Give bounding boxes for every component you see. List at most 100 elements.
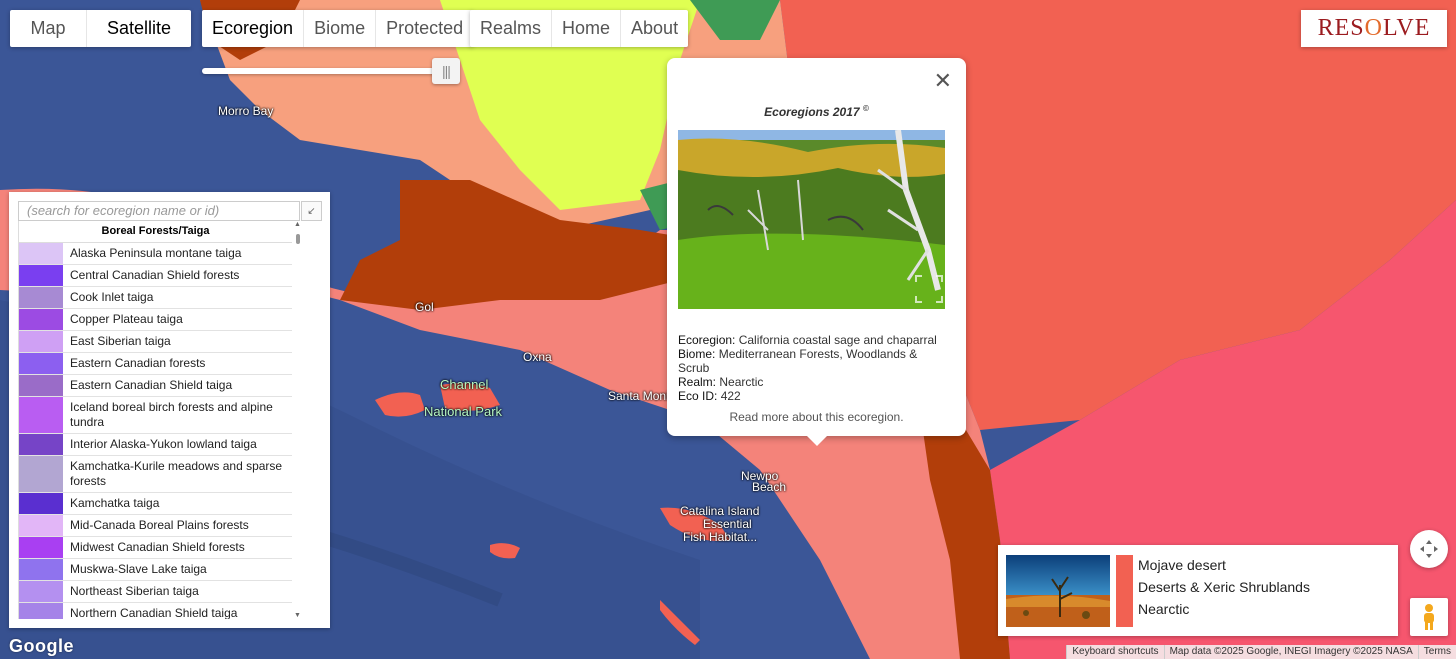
close-icon[interactable]: ✕	[934, 70, 952, 92]
legend-list-item[interactable]: Eastern Canadian Shield taiga	[19, 375, 292, 397]
layer-tabs: Ecoregion Biome Protected	[202, 10, 474, 47]
place-label-catalina-fish: Fish Habitat...	[683, 530, 758, 544]
scrollbar-thumb[interactable]	[296, 234, 300, 244]
legend-item-label: Northeast Siberian taiga	[70, 584, 199, 598]
legend-item-label: Alaska Peninsula montane taiga	[70, 246, 242, 260]
hover-biome-name: Deserts & Xeric Shrublands	[1138, 579, 1310, 595]
ecoregion-label: Ecoregion:	[678, 333, 736, 347]
legend-list-item[interactable]: Central Canadian Shield forests	[19, 265, 292, 287]
hover-realm-name: Nearctic	[1138, 601, 1190, 617]
legend-color-swatch	[19, 581, 63, 602]
legend-color-swatch	[19, 265, 63, 286]
eco-id-line: Eco ID: 422	[678, 389, 948, 403]
legend-item-label: Eastern Canadian Shield taiga	[70, 378, 233, 392]
opacity-slider-handle[interactable]: |||	[432, 58, 460, 84]
tab-ecoregion[interactable]: Ecoregion	[202, 10, 305, 47]
biome-label: Biome:	[678, 347, 716, 361]
place-label-channel: Channel	[440, 377, 489, 392]
ecoregion-photo[interactable]	[678, 130, 945, 309]
tab-protected[interactable]: Protected	[376, 10, 473, 47]
legend-color-swatch	[19, 559, 63, 580]
resolve-logo[interactable]: RES O LVE	[1301, 10, 1447, 47]
legend-item-label: Kamchatka taiga	[70, 496, 160, 510]
logo-text-end: LVE	[1382, 15, 1431, 41]
hover-ecoregion-color-swatch	[1116, 555, 1133, 627]
nav-tabs: Realms Home About	[470, 10, 689, 47]
terms-link[interactable]: Terms	[1417, 645, 1456, 659]
legend-list-item[interactable]: Kamchatka-Kurile meadows and sparse fore…	[19, 456, 292, 493]
legend-color-swatch	[19, 515, 63, 536]
place-label-beach: Beach	[752, 480, 787, 494]
map-pan-control[interactable]	[1410, 530, 1448, 568]
map-type-control: Map Satellite	[10, 10, 191, 47]
ecoregion-name-line: Ecoregion: California coastal sage and c…	[678, 333, 948, 347]
legend-color-swatch	[19, 353, 63, 374]
legend-color-swatch	[19, 603, 63, 619]
legend-item-label: Eastern Canadian forests	[70, 356, 206, 370]
opacity-slider[interactable]: |||	[202, 58, 460, 84]
legend-list-item[interactable]: Iceland boreal birch forests and alpine …	[19, 397, 292, 434]
legend-list-item[interactable]: Muskwa-Slave Lake taiga	[19, 559, 292, 581]
read-more-link[interactable]: Read more about this ecoregion.	[667, 410, 966, 424]
legend-item-label: Copper Plateau taiga	[70, 312, 183, 326]
map-data-text: Map data ©2025 Google, INEGI Imagery ©20…	[1163, 645, 1418, 659]
place-label-catalina: Catalina Island	[680, 504, 760, 518]
tab-realms[interactable]: Realms	[470, 10, 553, 47]
legend-list-item[interactable]: Mid-Canada Boreal Plains forests	[19, 515, 292, 537]
scroll-up-arrow-icon[interactable]: ▲	[294, 221, 301, 228]
legend-list-item[interactable]: Cook Inlet taiga	[19, 287, 292, 309]
legend-color-swatch	[19, 456, 63, 492]
legend-color-swatch	[19, 537, 63, 558]
scroll-down-arrow-icon[interactable]: ▼	[294, 612, 301, 619]
legend-list-item[interactable]: Interior Alaska-Yukon lowland taiga	[19, 434, 292, 456]
legend-list-item[interactable]: Copper Plateau taiga	[19, 309, 292, 331]
legend-item-label: Interior Alaska-Yukon lowland taiga	[70, 437, 257, 451]
legend-color-swatch	[19, 309, 63, 330]
map-type-map-button[interactable]: Map	[10, 10, 87, 47]
place-label-catalina-essential: Essential	[703, 517, 752, 531]
legend-item-label: Midwest Canadian Shield forests	[70, 540, 245, 554]
legend-list-item[interactable]: Northeast Siberian taiga	[19, 581, 292, 603]
google-logo[interactable]: Google	[9, 636, 74, 657]
copyright-icon: ©	[862, 104, 869, 113]
ecoregion-search-input[interactable]: (search for ecoregion name or id)	[18, 201, 300, 221]
legend-item-label: Cook Inlet taiga	[70, 290, 154, 304]
tab-biome[interactable]: Biome	[304, 10, 377, 47]
tab-home[interactable]: Home	[552, 10, 622, 47]
pegman-icon	[1424, 604, 1434, 630]
legend-item-label: Central Canadian Shield forests	[70, 268, 240, 282]
legend-list-item[interactable]: Eastern Canadian forests	[19, 353, 292, 375]
keyboard-shortcuts-link[interactable]: Keyboard shortcuts	[1066, 645, 1164, 659]
ecoregion-list[interactable]: Boreal Forests/Taiga Alaska Peninsula mo…	[18, 221, 292, 619]
legend-list-item[interactable]: Kamchatka taiga	[19, 493, 292, 515]
map-type-satellite-button[interactable]: Satellite	[87, 10, 191, 47]
legend-color-swatch	[19, 493, 63, 514]
collapse-arrow-icon[interactable]: ↙	[301, 201, 322, 221]
legend-color-swatch	[19, 331, 63, 352]
legend-list-item[interactable]: Alaska Peninsula montane taiga	[19, 243, 292, 265]
legend-color-swatch	[19, 397, 63, 433]
legend-list-item[interactable]: Northern Canadian Shield taiga	[19, 603, 292, 619]
place-label-santa-monica: Santa Moni	[608, 389, 669, 403]
ecoregion-details: Ecoregion: California coastal sage and c…	[678, 333, 948, 403]
logo-text-accent: O	[1364, 15, 1383, 41]
legend-item-label: Iceland boreal birch forests and alpine …	[70, 400, 273, 429]
place-label-goleta: Gol	[415, 300, 434, 314]
hover-ecoregion-card: Mojave desert Deserts & Xeric Shrublands…	[998, 545, 1398, 636]
realm-label: Realm:	[678, 375, 717, 389]
realm-line: Realm: Nearctic	[678, 375, 948, 389]
legend-color-swatch	[19, 375, 63, 396]
tab-about[interactable]: About	[621, 10, 688, 47]
legend-list-item[interactable]: Midwest Canadian Shield forests	[19, 537, 292, 559]
legend-scrollbar[interactable]: ▲ ▼	[293, 221, 303, 619]
place-label-morro-bay: Morro Bay	[218, 104, 274, 118]
hover-ecoregion-photo	[1006, 555, 1110, 627]
legend-item-label: Kamchatka-Kurile meadows and sparse fore…	[70, 459, 283, 488]
biome-line: Biome: Mediterranean Forests, Woodlands …	[678, 347, 948, 375]
opacity-slider-track[interactable]	[202, 68, 442, 74]
legend-list-item[interactable]: East Siberian taiga	[19, 331, 292, 353]
move-arrows-icon	[1420, 540, 1438, 558]
legend-color-swatch	[19, 434, 63, 455]
street-view-pegman[interactable]	[1410, 598, 1448, 636]
ecoregion-name: California coastal sage and chaparral	[738, 333, 937, 347]
